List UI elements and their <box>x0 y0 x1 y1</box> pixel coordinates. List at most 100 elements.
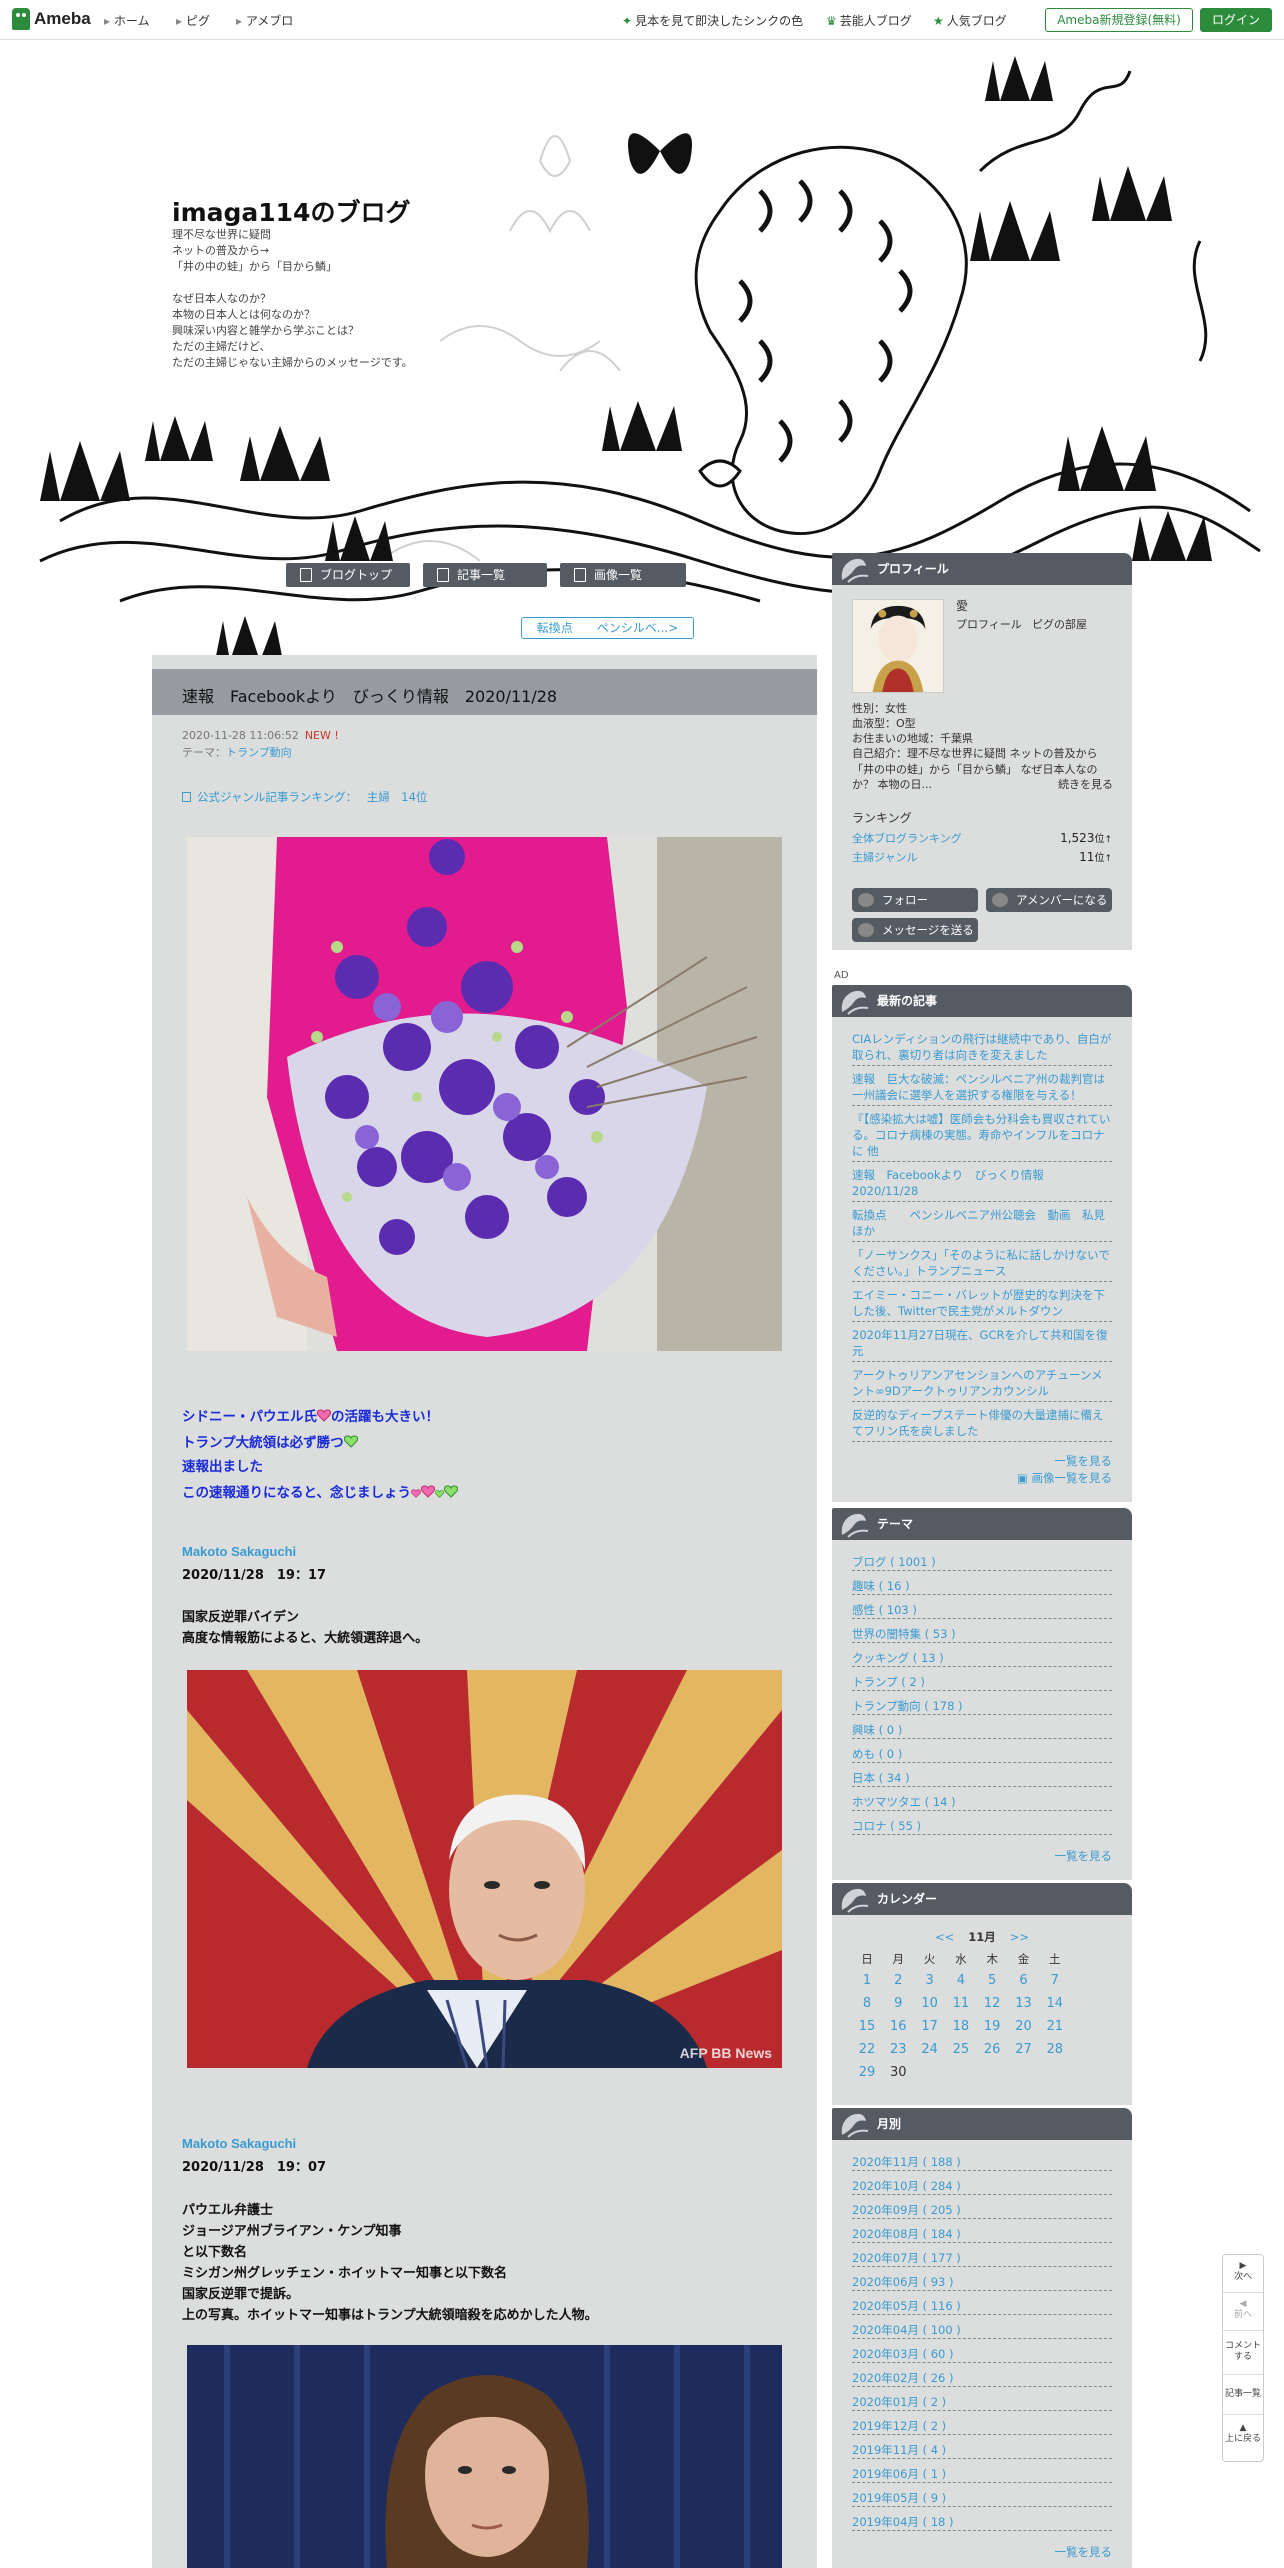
calendar-prev-link[interactable]: << <box>935 1930 954 1944</box>
theme-item[interactable]: コロナ ( 55 ) <box>852 1818 1112 1835</box>
calendar-day[interactable]: 12 <box>977 1996 1007 2011</box>
calendar-day[interactable]: 27 <box>1009 2042 1039 2057</box>
recent-item[interactable]: 転換点 ペンシルベニア州公聴会 動画 私見ほか <box>852 1207 1112 1242</box>
follow-button[interactable]: フォロー <box>852 888 978 912</box>
calendar-day[interactable]: 3 <box>915 1973 945 1988</box>
archive-item[interactable]: 2020年07月 ( 177 ) <box>852 2250 1112 2267</box>
profile-name[interactable]: 愛 <box>956 599 968 615</box>
calendar-day[interactable]: 21 <box>1040 2019 1070 2034</box>
whitmer-photo[interactable] <box>187 2345 782 2568</box>
theme-item[interactable]: 感性 ( 103 ) <box>852 1602 1112 1619</box>
read-more-link[interactable]: 続きを見る <box>1058 777 1113 793</box>
calendar-day[interactable]: 17 <box>915 2019 945 2034</box>
archive-item[interactable]: 2020年05月 ( 116 ) <box>852 2298 1112 2315</box>
recent-item[interactable]: 『【感染拡大は嘘】医師会も分科会も買収されている。コロナ病棟の実態。寿命やインフ… <box>852 1111 1112 1162</box>
archive-item[interactable]: 2020年09月 ( 205 ) <box>852 2202 1112 2219</box>
pigg-room-link[interactable]: ピグの部屋 <box>1032 617 1087 633</box>
link-popular-blog[interactable]: ★ 人気ブログ <box>933 12 1007 29</box>
profile-avatar[interactable] <box>852 599 944 693</box>
theme-item[interactable]: トランプ ( 2 ) <box>852 1674 1112 1691</box>
recent-item[interactable]: CIAレンディションの飛行は継続中であり、自白が取られ、裏切り者は向きを変えまし… <box>852 1031 1112 1066</box>
archive-more-link[interactable]: 一覧を見る <box>1055 2544 1113 2560</box>
calendar-day[interactable]: 25 <box>946 2042 976 2057</box>
calendar-day[interactable]: 19 <box>977 2019 1007 2034</box>
archive-item[interactable]: 2020年06月 ( 93 ) <box>852 2274 1112 2291</box>
archive-item[interactable]: 2019年12月 ( 2 ) <box>852 2418 1112 2435</box>
theme-item[interactable]: 日本 ( 34 ) <box>852 1770 1112 1787</box>
tab-image-list[interactable]: 画像一覧 <box>560 563 686 587</box>
genre-ranking-row[interactable]: 主婦ジャンル 11位↑ <box>852 849 1112 865</box>
theme-item[interactable]: 世界の闇特集 ( 53 ) <box>852 1626 1112 1643</box>
calendar-day[interactable]: 8 <box>852 1996 882 2011</box>
prev-article-float-button[interactable]: ◀ 前へ <box>1223 2293 1263 2331</box>
archive-item[interactable]: 2019年06月 ( 1 ) <box>852 2466 1112 2483</box>
calendar-day[interactable]: 2 <box>883 1973 913 1988</box>
theme-item[interactable]: トランプ動向 ( 178 ) <box>852 1698 1112 1715</box>
recent-more-link[interactable]: 一覧を見る <box>1055 1453 1113 1469</box>
calendar-day[interactable]: 16 <box>883 2019 913 2034</box>
calendar-day[interactable]: 29 <box>852 2065 882 2080</box>
theme-item[interactable]: クッキング ( 13 ) <box>852 1650 1112 1667</box>
calendar-day[interactable]: 18 <box>946 2019 976 2034</box>
recent-item[interactable]: エイミー・コニー・バレットが歴史的な判決を下した後、Twitterで民主党がメル… <box>852 1287 1112 1322</box>
article-list-float-button[interactable]: 記事一覧 <box>1223 2375 1263 2415</box>
archive-item[interactable]: 2019年04月 ( 18 ) <box>852 2514 1112 2531</box>
login-button[interactable]: ログイン <box>1200 8 1272 32</box>
nav-ameblo[interactable]: アメブロ <box>236 12 293 29</box>
archive-item[interactable]: 2019年11月 ( 4 ) <box>852 2442 1112 2459</box>
calendar-day[interactable]: 7 <box>1040 1973 1070 1988</box>
calendar-day[interactable]: 4 <box>946 1973 976 1988</box>
archive-item[interactable]: 2020年10月 ( 284 ) <box>852 2178 1112 2195</box>
theme-item[interactable]: めも ( 0 ) <box>852 1746 1112 1763</box>
calendar-day[interactable]: 11 <box>946 1996 976 2011</box>
link-celeb-blog[interactable]: ♛ 芸能人ブログ <box>826 12 912 29</box>
overall-ranking-row[interactable]: 全体ブログランキング 1,523位↑ <box>852 830 1112 846</box>
archive-item[interactable]: 2020年11月 ( 188 ) <box>852 2154 1112 2171</box>
theme-item[interactable]: 興味 ( 0 ) <box>852 1722 1112 1739</box>
calendar-day[interactable]: 28 <box>1040 2042 1070 2057</box>
archive-item[interactable]: 2019年05月 ( 9 ) <box>852 2490 1112 2507</box>
recent-item[interactable]: 速報 Facebookより びっくり情報 2020/11/28 <box>852 1167 1112 1202</box>
calendar-day[interactable]: 6 <box>1009 1973 1039 1988</box>
theme-item[interactable]: ブログ ( 1001 ) <box>852 1554 1112 1571</box>
author-name[interactable]: Makoto Sakaguchi <box>182 1544 296 1559</box>
archive-item[interactable]: 2020年03月 ( 60 ) <box>852 2346 1112 2363</box>
recent-item[interactable]: 2020年11月27日現在、GCRを介して共和国を復元 <box>852 1327 1112 1362</box>
send-message-button[interactable]: メッセージを送る <box>852 918 978 942</box>
calendar-day[interactable]: 24 <box>915 2042 945 2057</box>
calendar-day[interactable]: 9 <box>883 1996 913 2011</box>
bouquet-photo[interactable] <box>187 837 782 1351</box>
calendar-day[interactable]: 20 <box>1009 2019 1039 2034</box>
genre-ranking-link[interactable]: 公式ジャンル記事ランキング： 主婦 14位 <box>182 789 427 805</box>
nav-home[interactable]: ホーム <box>104 12 150 29</box>
next-article-button[interactable]: ▶ 次へ <box>1223 2255 1263 2293</box>
theme-item[interactable]: 趣味 ( 16 ) <box>852 1578 1112 1595</box>
recent-item[interactable]: 反逆的なディープステート俳優の大量逮捕に備えてフリン氏を戻しました <box>852 1407 1112 1442</box>
prev-article-button[interactable]: 転換点 ペンシルベ...> <box>521 617 694 639</box>
register-button[interactable]: Ameba新規登録(無料) <box>1045 8 1193 32</box>
theme-item[interactable]: ホツマツタエ ( 14 ) <box>852 1794 1112 1811</box>
recent-item[interactable]: 速報 巨大な破滅：ペンシルベニア州の裁判官は一州議会に選挙人を選択する権限を与え… <box>852 1071 1112 1106</box>
amember-button[interactable]: アメンバーになる <box>986 888 1112 912</box>
nav-pigg[interactable]: ピグ <box>176 12 210 29</box>
calendar-next-link[interactable]: >> <box>1010 1930 1029 1944</box>
article-title[interactable]: 速報 Facebookより びっくり情報 2020/11/28 <box>182 683 557 707</box>
tab-blog-top[interactable]: ブログトップ <box>286 563 410 587</box>
back-to-top-button[interactable]: ▲ 上に戻る <box>1223 2415 1263 2461</box>
calendar-day[interactable]: 13 <box>1009 1996 1039 2011</box>
theme-link[interactable]: トランプ動向 <box>226 746 292 759</box>
image-list-link[interactable]: ▣ 画像一覧を見る <box>1017 1470 1112 1486</box>
calendar-day[interactable]: 15 <box>852 2019 882 2034</box>
calendar-day[interactable]: 5 <box>977 1973 1007 1988</box>
calendar-day[interactable]: 14 <box>1040 1996 1070 2011</box>
profile-link[interactable]: プロフィール <box>956 617 1022 633</box>
author-name[interactable]: Makoto Sakaguchi <box>182 2136 296 2151</box>
blog-title[interactable]: imaga114のブログ <box>172 193 410 229</box>
theme-more-link[interactable]: 一覧を見る <box>1055 1848 1113 1864</box>
comment-button[interactable]: コメントする <box>1223 2331 1263 2375</box>
calendar-day[interactable]: 22 <box>852 2042 882 2057</box>
archive-item[interactable]: 2020年01月 ( 2 ) <box>852 2394 1112 2411</box>
ameba-logo[interactable]: Ameba <box>12 8 91 30</box>
calendar-day[interactable]: 1 <box>852 1973 882 1988</box>
biden-photo[interactable]: AFP BB News <box>187 1670 782 2068</box>
